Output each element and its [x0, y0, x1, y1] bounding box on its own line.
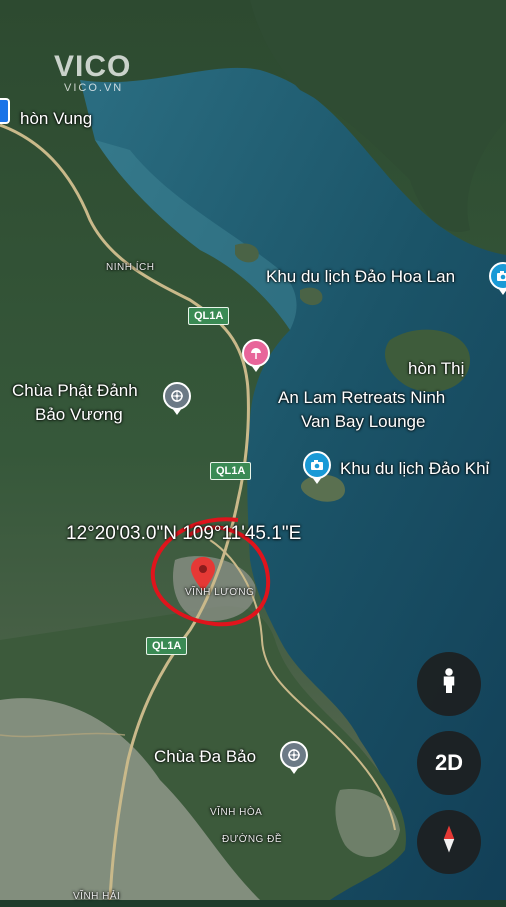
view-mode-toggle-button[interactable]: 2D [417, 731, 481, 795]
vico-watermark: VICO VICO.VN [54, 50, 132, 95]
place-label-an-lam-2[interactable]: Van Bay Lounge [301, 411, 425, 432]
watermark-sub: VICO.VN [64, 82, 124, 94]
place-label-ninh-ich[interactable]: NINH ÍCH [106, 257, 154, 278]
street-view-button[interactable] [417, 652, 481, 716]
view-mode-label: 2D [434, 750, 464, 775]
road-shield-ql1a: QL1A [188, 307, 230, 325]
place-label-vinh-hai[interactable]: VĨNH HẢI [73, 886, 120, 907]
place-label-hon-thi[interactable]: hòn Thị [408, 358, 464, 379]
pegman-icon [440, 667, 458, 701]
camera-poi-icon[interactable] [303, 451, 331, 479]
place-label-dao-khi[interactable]: Khu du lịch Đảo Khỉ [340, 458, 489, 479]
place-label-vinh-hoa[interactable]: VĨNH HÒA [210, 802, 262, 823]
compass-icon [443, 824, 455, 860]
place-label-hoa-lan[interactable]: Khu du lịch Đảo Hoa Lan [266, 266, 455, 287]
place-label-vinh-luong[interactable]: VĨNH LƯƠNG [185, 582, 254, 603]
temple-poi-icon[interactable] [280, 741, 308, 769]
map-marker-edge[interactable] [0, 98, 10, 124]
place-label-chua-phat-danh-2[interactable]: Bảo Vương [35, 404, 123, 425]
place-label-an-lam-1[interactable]: An Lam Retreats Ninh [278, 387, 445, 408]
place-label-duong-de[interactable]: ĐƯỜNG ĐỀ [222, 829, 282, 850]
coordinates-label: 12°20'03.0"N 109°11'45.1"E [66, 523, 302, 544]
beach-umbrella-icon[interactable] [242, 339, 270, 367]
compass-button[interactable] [417, 810, 481, 874]
place-label-hon-vung[interactable]: hòn Vung [20, 108, 92, 129]
temple-poi-icon[interactable] [163, 382, 191, 410]
road-shield-ql1a: QL1A [146, 637, 188, 655]
place-label-chua-da-bao[interactable]: Chùa Đa Bảo [154, 746, 256, 767]
place-label-chua-phat-danh-1[interactable]: Chùa Phật Đảnh [12, 380, 138, 401]
road-shield-ql1a: QL1A [210, 462, 252, 480]
watermark-logo: VICO [54, 50, 132, 83]
